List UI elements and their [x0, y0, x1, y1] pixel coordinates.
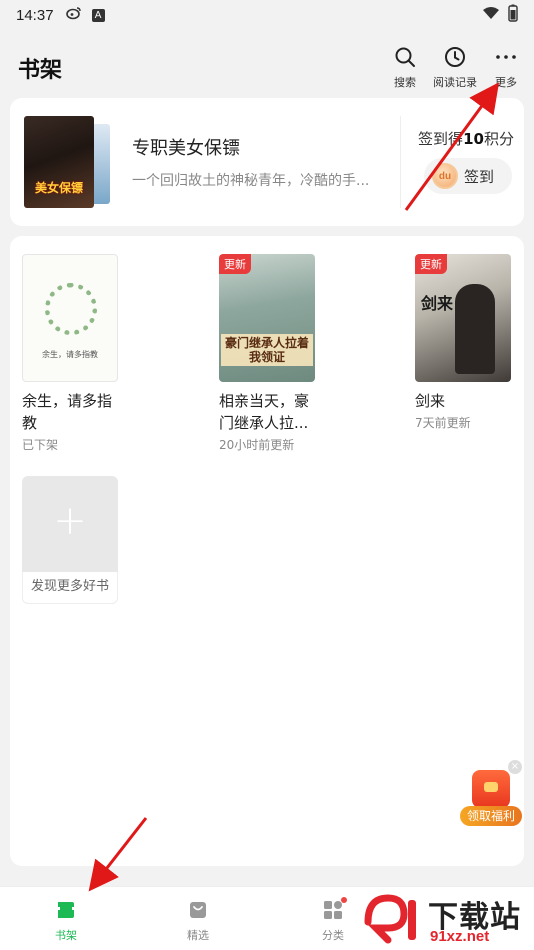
status-time: 14:37 [16, 6, 54, 24]
book-cover[interactable]: 豪门继承人拉着我领证 更新 [219, 254, 315, 382]
book-title[interactable]: 剑来 [415, 390, 515, 412]
tab-category[interactable]: 分类 [293, 897, 373, 943]
tab-bookshelf[interactable]: 书架 [26, 897, 106, 943]
checkin-prefix: 签到得 [418, 130, 464, 148]
divider [400, 116, 401, 208]
a-icon: A [91, 8, 105, 22]
featured-cover-text: 美女保镖 [34, 181, 83, 195]
book-status: 已下架 [22, 438, 59, 452]
status-bar: 14:37 A [0, 0, 534, 30]
welfare-float-widget[interactable]: × 领取福利 [458, 760, 524, 830]
more-label: 更多 [495, 76, 517, 89]
featured-cover-spine [94, 124, 110, 204]
book-item[interactable]: 豪门继承人拉着我领证 更新 相亲当天，豪门继承人拉... 20小时前更新 [219, 254, 315, 453]
discover-more-button[interactable]: + 发现更多好书 [22, 476, 118, 604]
coin-icon: du [432, 163, 458, 189]
header: 书架 搜索 阅读记录 更多 [0, 38, 534, 94]
update-badge: 更新 [219, 254, 251, 274]
tab-label: 书架 [55, 929, 77, 942]
bookshelf-grid: 余生，请多指教 余生，请多指教 已下架 豪门继承人拉着我领证 更新 相亲当天，豪… [10, 236, 524, 866]
watermark-logo [364, 894, 416, 944]
tab-label: 精选 [187, 929, 209, 942]
tab-label: 分类 [322, 929, 344, 942]
book-cover-text: 余生，请多指教 [42, 350, 98, 359]
watermark-url: 91xz.net [430, 928, 490, 945]
book-title[interactable]: 相亲当天，豪门继承人拉... [219, 390, 319, 434]
discover-more-label: 发现更多好书 [22, 572, 118, 604]
swordsman-figure [455, 284, 495, 374]
category-grid-icon [293, 897, 373, 923]
checkin-points: 10 [463, 130, 484, 148]
checkin-button[interactable]: du 签到 [424, 158, 512, 194]
more-dots-icon [476, 44, 534, 70]
book-title[interactable]: 余生，请多指教 [22, 390, 122, 434]
book-status: 20小时前更新 [219, 438, 295, 452]
featured-book-title[interactable]: 专职美女保镖 [132, 134, 240, 160]
book-cover-text: 豪门继承人拉着我领证 [221, 334, 313, 366]
checkin-suffix: 积分 [483, 130, 514, 148]
book-cover[interactable]: 余生，请多指教 [22, 254, 118, 382]
checkin-button-label: 签到 [464, 167, 495, 186]
update-badge: 更新 [415, 254, 447, 274]
book-item[interactable]: 剑来 更新 剑来 7天前更新 [415, 254, 511, 431]
tab-featured[interactable]: 精选 [158, 897, 238, 943]
wifi-icon [482, 6, 500, 24]
book-item[interactable]: 余生，请多指教 余生，请多指教 已下架 [22, 254, 118, 453]
watermark: 下载站 91xz.net [364, 890, 534, 948]
battery-icon [508, 4, 518, 26]
notification-dot [341, 897, 347, 903]
checkin-reward-label: 签到得10积分 [410, 128, 522, 149]
book-cover[interactable]: 剑来 更新 [415, 254, 511, 382]
featured-book-card[interactable]: 美女保镖 专职美女保镖 一个回归故土的神秘青年，冷酷的手... 签到得10积分 … [10, 98, 524, 226]
bookshelf-icon [26, 897, 106, 923]
welfare-label[interactable]: 领取福利 [460, 806, 522, 826]
weibo-icon [65, 6, 82, 24]
featured-book-cover[interactable]: 美女保镖 [24, 116, 94, 208]
book-status: 7天前更新 [415, 416, 471, 430]
book-cover-text: 剑来 [421, 294, 454, 313]
wreath-illustration [45, 283, 97, 335]
bag-icon [158, 897, 238, 923]
red-envelope-icon [472, 770, 510, 808]
more-button[interactable]: 更多 [476, 44, 534, 90]
page-title: 书架 [18, 58, 63, 83]
plus-icon: + [53, 498, 87, 544]
featured-book-desc: 一个回归故土的神秘青年，冷酷的手... [132, 173, 370, 189]
close-icon[interactable]: × [508, 760, 522, 774]
